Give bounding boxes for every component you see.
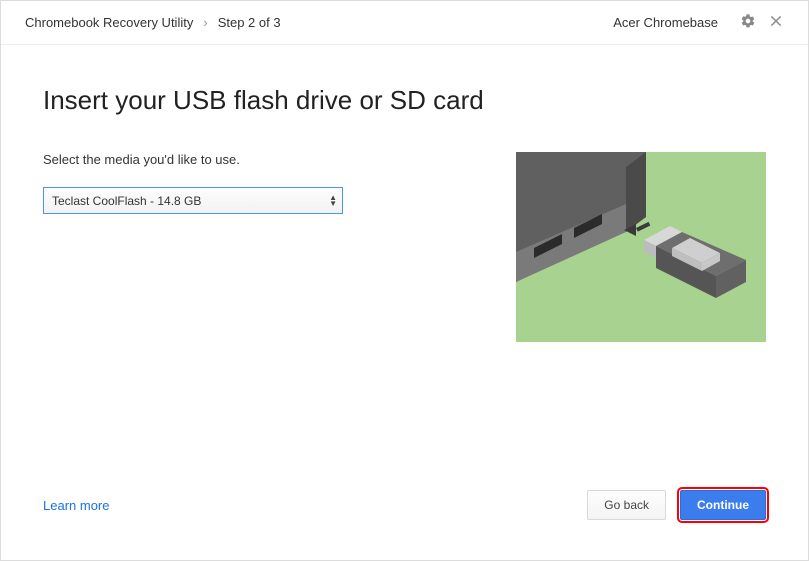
close-button[interactable] xyxy=(762,9,790,37)
go-back-button[interactable]: Go back xyxy=(587,490,666,520)
step-indicator: Step 2 of 3 xyxy=(218,15,281,30)
continue-button[interactable]: Continue xyxy=(680,490,766,520)
page-title: Insert your USB flash drive or SD card xyxy=(43,85,766,116)
titlebar: Chromebook Recovery Utility › Step 2 of … xyxy=(1,1,808,45)
learn-more-link[interactable]: Learn more xyxy=(43,498,109,513)
content-area: Insert your USB flash drive or SD card S… xyxy=(1,45,808,490)
footer: Learn more Go back Continue xyxy=(1,490,808,560)
device-name: Acer Chromebase xyxy=(613,15,718,30)
gear-icon xyxy=(740,13,756,32)
app-window: Chromebook Recovery Utility › Step 2 of … xyxy=(0,0,809,561)
app-title: Chromebook Recovery Utility xyxy=(25,15,193,30)
settings-button[interactable] xyxy=(734,9,762,37)
media-prompt: Select the media you'd like to use. xyxy=(43,152,413,167)
usb-illustration xyxy=(516,152,766,342)
close-icon xyxy=(769,14,783,31)
media-select-wrap: Teclast CoolFlash - 14.8 GB ▲▼ xyxy=(43,187,343,214)
breadcrumb-separator: › xyxy=(203,15,207,30)
media-select[interactable]: Teclast CoolFlash - 14.8 GB xyxy=(43,187,343,214)
